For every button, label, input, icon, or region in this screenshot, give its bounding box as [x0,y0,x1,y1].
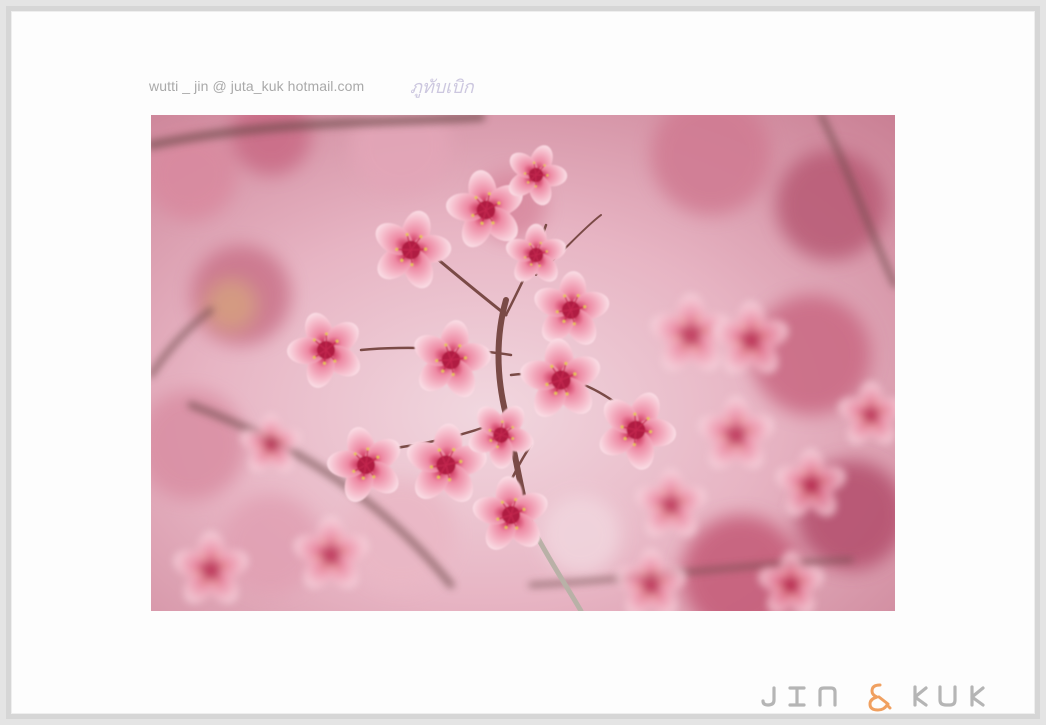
jin-kuk-signature [761,683,985,712]
thai-location-credit: ภูทับเบิก [410,77,474,98]
ampersand-icon [868,683,892,712]
email-credit: wutti _ jin @ juta_kuk hotmail.com [149,78,365,94]
cherry-blossom-photo [151,115,895,611]
